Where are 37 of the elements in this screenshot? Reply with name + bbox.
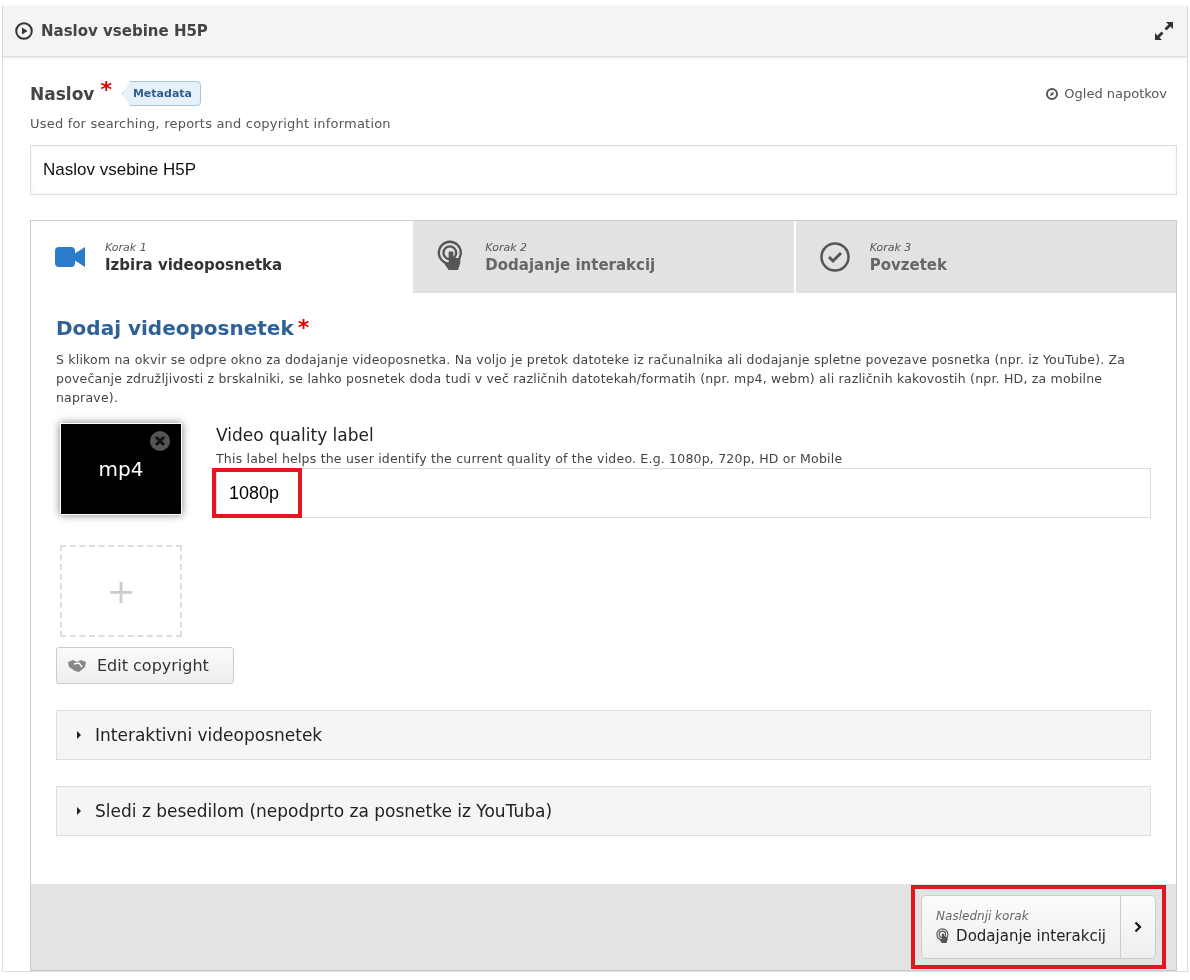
accordion-header[interactable]: Sledi z besedilom (nepodprto za posnetke iz YouTuba) — [56, 786, 1151, 836]
accordion-label: Sledi z besedilom (nepodprto za posnetke iz YouTuba) — [95, 801, 553, 821]
field-label: Naslov — [30, 83, 95, 104]
step-number: Korak 2 — [485, 240, 528, 254]
expand-icon[interactable] — [1153, 20, 1175, 42]
next-step-button[interactable]: Naslednji korak Dodajanje interakcij — [921, 895, 1156, 959]
tutorial-link[interactable]: Ogled napotkov — [1046, 86, 1167, 101]
quality-input[interactable]: 1080p — [216, 468, 1151, 518]
check-circle-icon — [819, 242, 850, 272]
video-camera-icon — [55, 246, 85, 268]
chevron-right-icon — [1134, 921, 1142, 933]
handshake-icon — [67, 658, 87, 673]
accordion-label: Interaktivni videoposnetek — [95, 725, 323, 745]
section-description: S klikom na okvir se odpre okno za dodajanje videoposnetka. Na voljo je pretok datoteke iz računalnika ali dodajanje spletne povezave posnetka (npr. iz YouTube). Za povečanje združljivosti z brskalniki, se lahko posnetek doda tudi v več različnih datotekah/formatih (npr. mp4, webm) ali različnih kakovostih (npr. HD, za mobilne naprave). — [56, 351, 1127, 407]
field-description: Used for searching, reports and copyright information — [30, 116, 392, 131]
step-number: Korak 3 — [869, 240, 913, 254]
remove-icon[interactable] — [150, 431, 170, 451]
accordion-header[interactable]: Interaktivni videoposnetek — [56, 710, 1151, 760]
touch-icon — [936, 927, 951, 945]
quality-label: Video quality label — [216, 425, 375, 445]
title-input[interactable]: Naslov vsebine H5P — [30, 145, 1177, 195]
step-title: Dodajanje interakcij — [485, 255, 656, 274]
required-mark: * — [100, 77, 112, 102]
step-tab[interactable]: Korak 3 Povzetek — [793, 221, 1176, 293]
step-tab[interactable]: Korak 2 Dodajanje interakcij — [411, 221, 794, 293]
step-title: Povzetek — [869, 255, 947, 274]
step-title: Izbira videoposnetka — [105, 255, 283, 274]
step-number: Korak 1 — [105, 240, 148, 254]
metadata-button[interactable]: Metadata — [121, 81, 201, 106]
required-mark: * — [297, 315, 310, 340]
play-circle-icon — [15, 22, 33, 40]
quality-description: This label helps the user identify the current quality of the video. E.g. 1080p, 720p, HD or Mobile — [216, 451, 844, 466]
compass-icon — [1046, 87, 1059, 100]
edit-copyright-button[interactable]: Edit copyright — [56, 647, 234, 684]
header-title: Naslov vsebine H5P — [41, 22, 209, 40]
video-file-thumbnail[interactable]: mp4 — [60, 423, 182, 515]
section-title: Dodaj videoposnetek — [56, 316, 294, 340]
